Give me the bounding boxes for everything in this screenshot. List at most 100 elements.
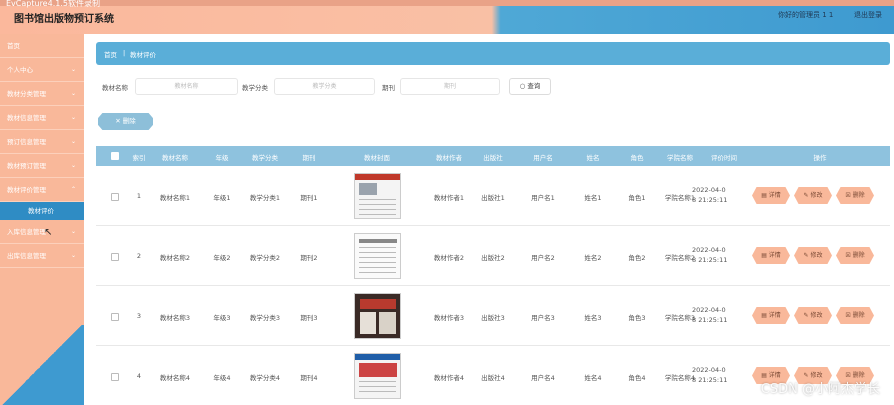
sidebar-item-label: 个人中心 [7, 66, 33, 74]
chevron-down-icon: ⌄ [70, 162, 76, 169]
col-role: 角色 [630, 154, 644, 162]
csdn-watermark: CSDN @小阿杰学长 [760, 382, 880, 397]
cell-realname: 姓名3 [584, 314, 602, 322]
cell-username: 用户名3 [531, 314, 555, 322]
cell-author: 教材作者4 [433, 374, 465, 382]
col-college: 学院名称 [667, 154, 693, 162]
sidebar-item-label: 教材分类管理 [7, 90, 46, 98]
col-realname: 姓名 [586, 154, 600, 162]
main-content: 首页 | 教材评价 教材名称 教材名称 教学分类 教学分类 期刊 期刊 ○ 查询… [84, 34, 894, 405]
chevron-down-icon: ⌄ [70, 228, 76, 235]
cell-publisher: 出版社1 [481, 194, 505, 202]
cover-image[interactable] [354, 173, 401, 219]
top-header: EvCapture4.1.5软件录制 图书馆出版物预订系统 你好的管理员 1 1… [0, 0, 894, 34]
col-cover: 教材封面 [364, 154, 390, 162]
select-all-checkbox[interactable] [111, 152, 119, 160]
trash-icon: ☒ [845, 192, 853, 199]
cell-grade: 年级3 [213, 314, 231, 322]
delete-button[interactable]: ☒ 删除 [836, 247, 874, 264]
sidebar-item-label: 预订信息管理 [7, 138, 46, 146]
edit-button[interactable]: ✎ 修改 [794, 247, 832, 264]
cover-image[interactable] [354, 233, 401, 279]
cell-grade: 年级4 [213, 374, 231, 382]
breadcrumb-home[interactable]: 首页 [104, 49, 117, 59]
table-header: 索引 教材名称 年级 教学分类 期刊 教材封面 教材作者 出版社 用户名 姓名 … [96, 146, 890, 166]
trash-icon: ☒ [845, 252, 853, 259]
detail-button[interactable]: ▤ 详情 [752, 187, 790, 204]
row-checkbox[interactable] [111, 253, 119, 261]
row-checkbox[interactable] [111, 193, 119, 201]
sidebar-subitem-review[interactable]: 教材评价 [0, 202, 84, 220]
row-checkbox[interactable] [111, 313, 119, 321]
col-journal: 期刊 [302, 154, 316, 162]
edit-button[interactable]: ✎ 修改 [794, 187, 832, 204]
cell-role: 角色2 [628, 254, 646, 262]
cell-realname: 姓名4 [584, 374, 602, 382]
detail-icon: ▤ [761, 252, 769, 259]
sidebar-item-label: 入库信息管理 [7, 228, 46, 236]
sidebar-item-personal-center[interactable]: 个人中心 ⌄ [0, 58, 84, 82]
mouse-cursor-icon: ↖ [44, 227, 53, 238]
user-greeting: 你好的管理员 1 1 [778, 11, 834, 19]
review-table: 索引 教材名称 年级 教学分类 期刊 教材封面 教材作者 出版社 用户名 姓名 … [96, 146, 890, 405]
cell-publisher: 出版社4 [481, 374, 505, 382]
col-time: 评价时间 [711, 154, 737, 162]
chevron-up-icon: ⌃ [70, 186, 76, 193]
recording-app-title: EvCapture4.1.5软件录制 [6, 0, 100, 8]
logout-link[interactable]: 退出登录 [854, 10, 882, 20]
cell-index: 4 [136, 372, 142, 380]
search-label-category: 教学分类 [242, 84, 268, 92]
category-input[interactable]: 教学分类 [274, 78, 375, 95]
cell-college: 学院名称3 [664, 314, 696, 322]
sidebar-item-stock-in[interactable]: 入库信息管理 ⌄ [0, 220, 84, 244]
cell-role: 角色1 [628, 194, 646, 202]
cell-author: 教材作者3 [433, 314, 465, 322]
cover-image[interactable] [354, 293, 401, 339]
sidebar-item-label: 教材预订管理 [7, 162, 46, 170]
sidebar-item-category[interactable]: 教材分类管理 ⌄ [0, 82, 84, 106]
batch-delete-button[interactable]: ✕ 删除 [98, 113, 153, 130]
cell-name: 教材名称3 [159, 314, 191, 322]
sidebar-item-booking-info[interactable]: 预订信息管理 ⌄ [0, 130, 84, 154]
cell-index: 2 [136, 252, 142, 260]
chevron-down-icon: ⌄ [70, 138, 76, 145]
cell-time: 2022-04-0 8 21:25:11 [692, 306, 728, 324]
sidebar-item-textbook-info[interactable]: 教材信息管理 ⌄ [0, 106, 84, 130]
cell-journal: 期刊1 [300, 194, 318, 202]
detail-icon: ▤ [761, 312, 769, 319]
sidebar-item-textbook-review[interactable]: 教材评价管理 ⌃ [0, 178, 84, 202]
cell-category: 教学分类3 [249, 314, 281, 322]
detail-button[interactable]: ▤ 详情 [752, 307, 790, 324]
row-checkbox[interactable] [111, 373, 119, 381]
sidebar-item-textbook-booking[interactable]: 教材预订管理 ⌄ [0, 154, 84, 178]
cell-college: 学院名称4 [664, 374, 696, 382]
cell-realname: 姓名1 [584, 194, 602, 202]
cell-journal: 期刊4 [300, 374, 318, 382]
system-title: 图书馆出版物预订系统 [14, 14, 114, 25]
sidebar-item-label: 首页 [7, 42, 20, 50]
detail-button[interactable]: ▤ 详情 [752, 247, 790, 264]
batch-delete-label: 删除 [122, 117, 136, 125]
cell-grade: 年级1 [213, 194, 231, 202]
trash-icon: ☒ [845, 312, 853, 319]
cell-role: 角色4 [628, 374, 646, 382]
cover-image[interactable] [354, 353, 401, 399]
sidebar-item-home[interactable]: 首页 [0, 34, 84, 58]
edit-button[interactable]: ✎ 修改 [794, 307, 832, 324]
journal-input[interactable]: 期刊 [400, 78, 500, 95]
sidebar-item-stock-out[interactable]: 出库信息管理 ⌄ [0, 244, 84, 268]
textbook-name-input[interactable]: 教材名称 [135, 78, 238, 95]
cell-category: 教学分类2 [249, 254, 281, 262]
table-row: 2 教材名称2 年级2 教学分类2 期刊2 教材作者2 出版社2 用户名2 姓名… [96, 226, 890, 286]
search-button-label: 查询 [527, 82, 541, 90]
cell-author: 教材作者1 [433, 194, 465, 202]
delete-button[interactable]: ☒ 删除 [836, 307, 874, 324]
col-author: 教材作者 [436, 154, 462, 162]
cell-publisher: 出版社3 [481, 314, 505, 322]
sidebar: 首页 个人中心 ⌄ 教材分类管理 ⌄ 教材信息管理 ⌄ 预订信息管理 ⌄ 教材预订管理 ⌄… [0, 34, 84, 405]
table-row: 3 教材名称3 年级3 教学分类3 期刊3 教材作者3 出版社3 用户名3 姓名… [96, 286, 890, 346]
search-button[interactable]: ○ 查询 [509, 78, 551, 95]
delete-button[interactable]: ☒ 删除 [836, 187, 874, 204]
col-username: 用户名 [533, 154, 553, 162]
cell-college: 学院名称1 [664, 194, 696, 202]
